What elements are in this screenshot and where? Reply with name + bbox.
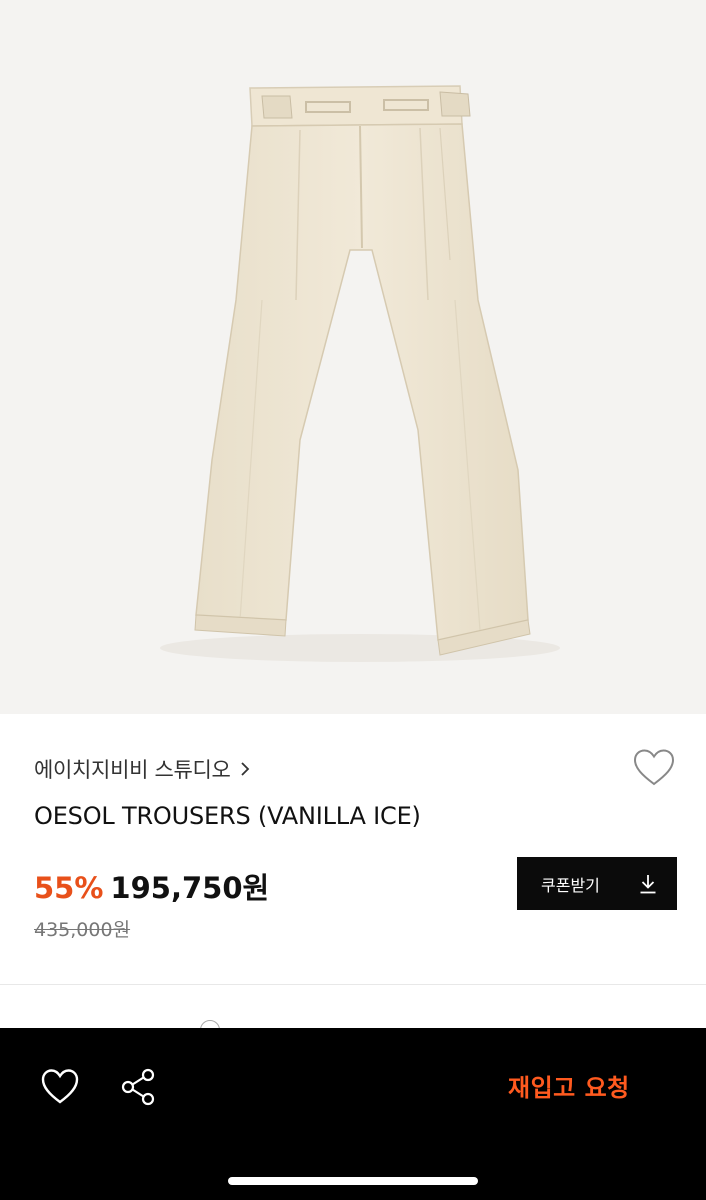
bottom-action-bar: 재입고 요청 (0, 1028, 706, 1200)
product-title: OESOL TROUSERS (VANILLA ICE) (34, 802, 421, 830)
trousers-illustration (160, 85, 560, 662)
section-divider (0, 984, 706, 985)
product-info: 에이치지비비 스튜디오 OESOL TROUSERS (VANILLA ICE)… (0, 714, 706, 984)
coupon-label: 쿠폰받기 (541, 875, 600, 895)
product-image[interactable] (0, 0, 706, 714)
restock-request-button[interactable]: 재입고 요청 (508, 1068, 630, 1103)
sale-price: 195,750원 (110, 871, 270, 905)
price-row: 55% 195,750원 (34, 865, 269, 907)
brand-link[interactable]: 에이치지비비 스튜디오 (34, 754, 251, 784)
home-indicator (228, 1177, 478, 1185)
original-price: 435,000원 (34, 919, 131, 941)
heart-icon[interactable] (40, 1068, 80, 1106)
brand-name: 에이치지비비 스튜디오 (34, 758, 231, 782)
heart-icon[interactable] (632, 748, 676, 788)
download-icon (640, 874, 656, 893)
coupon-download-button[interactable]: 쿠폰받기 (517, 857, 677, 910)
chevron-right-icon (240, 762, 249, 776)
share-icon[interactable] (119, 1067, 159, 1107)
discount-rate: 55% (34, 871, 104, 905)
